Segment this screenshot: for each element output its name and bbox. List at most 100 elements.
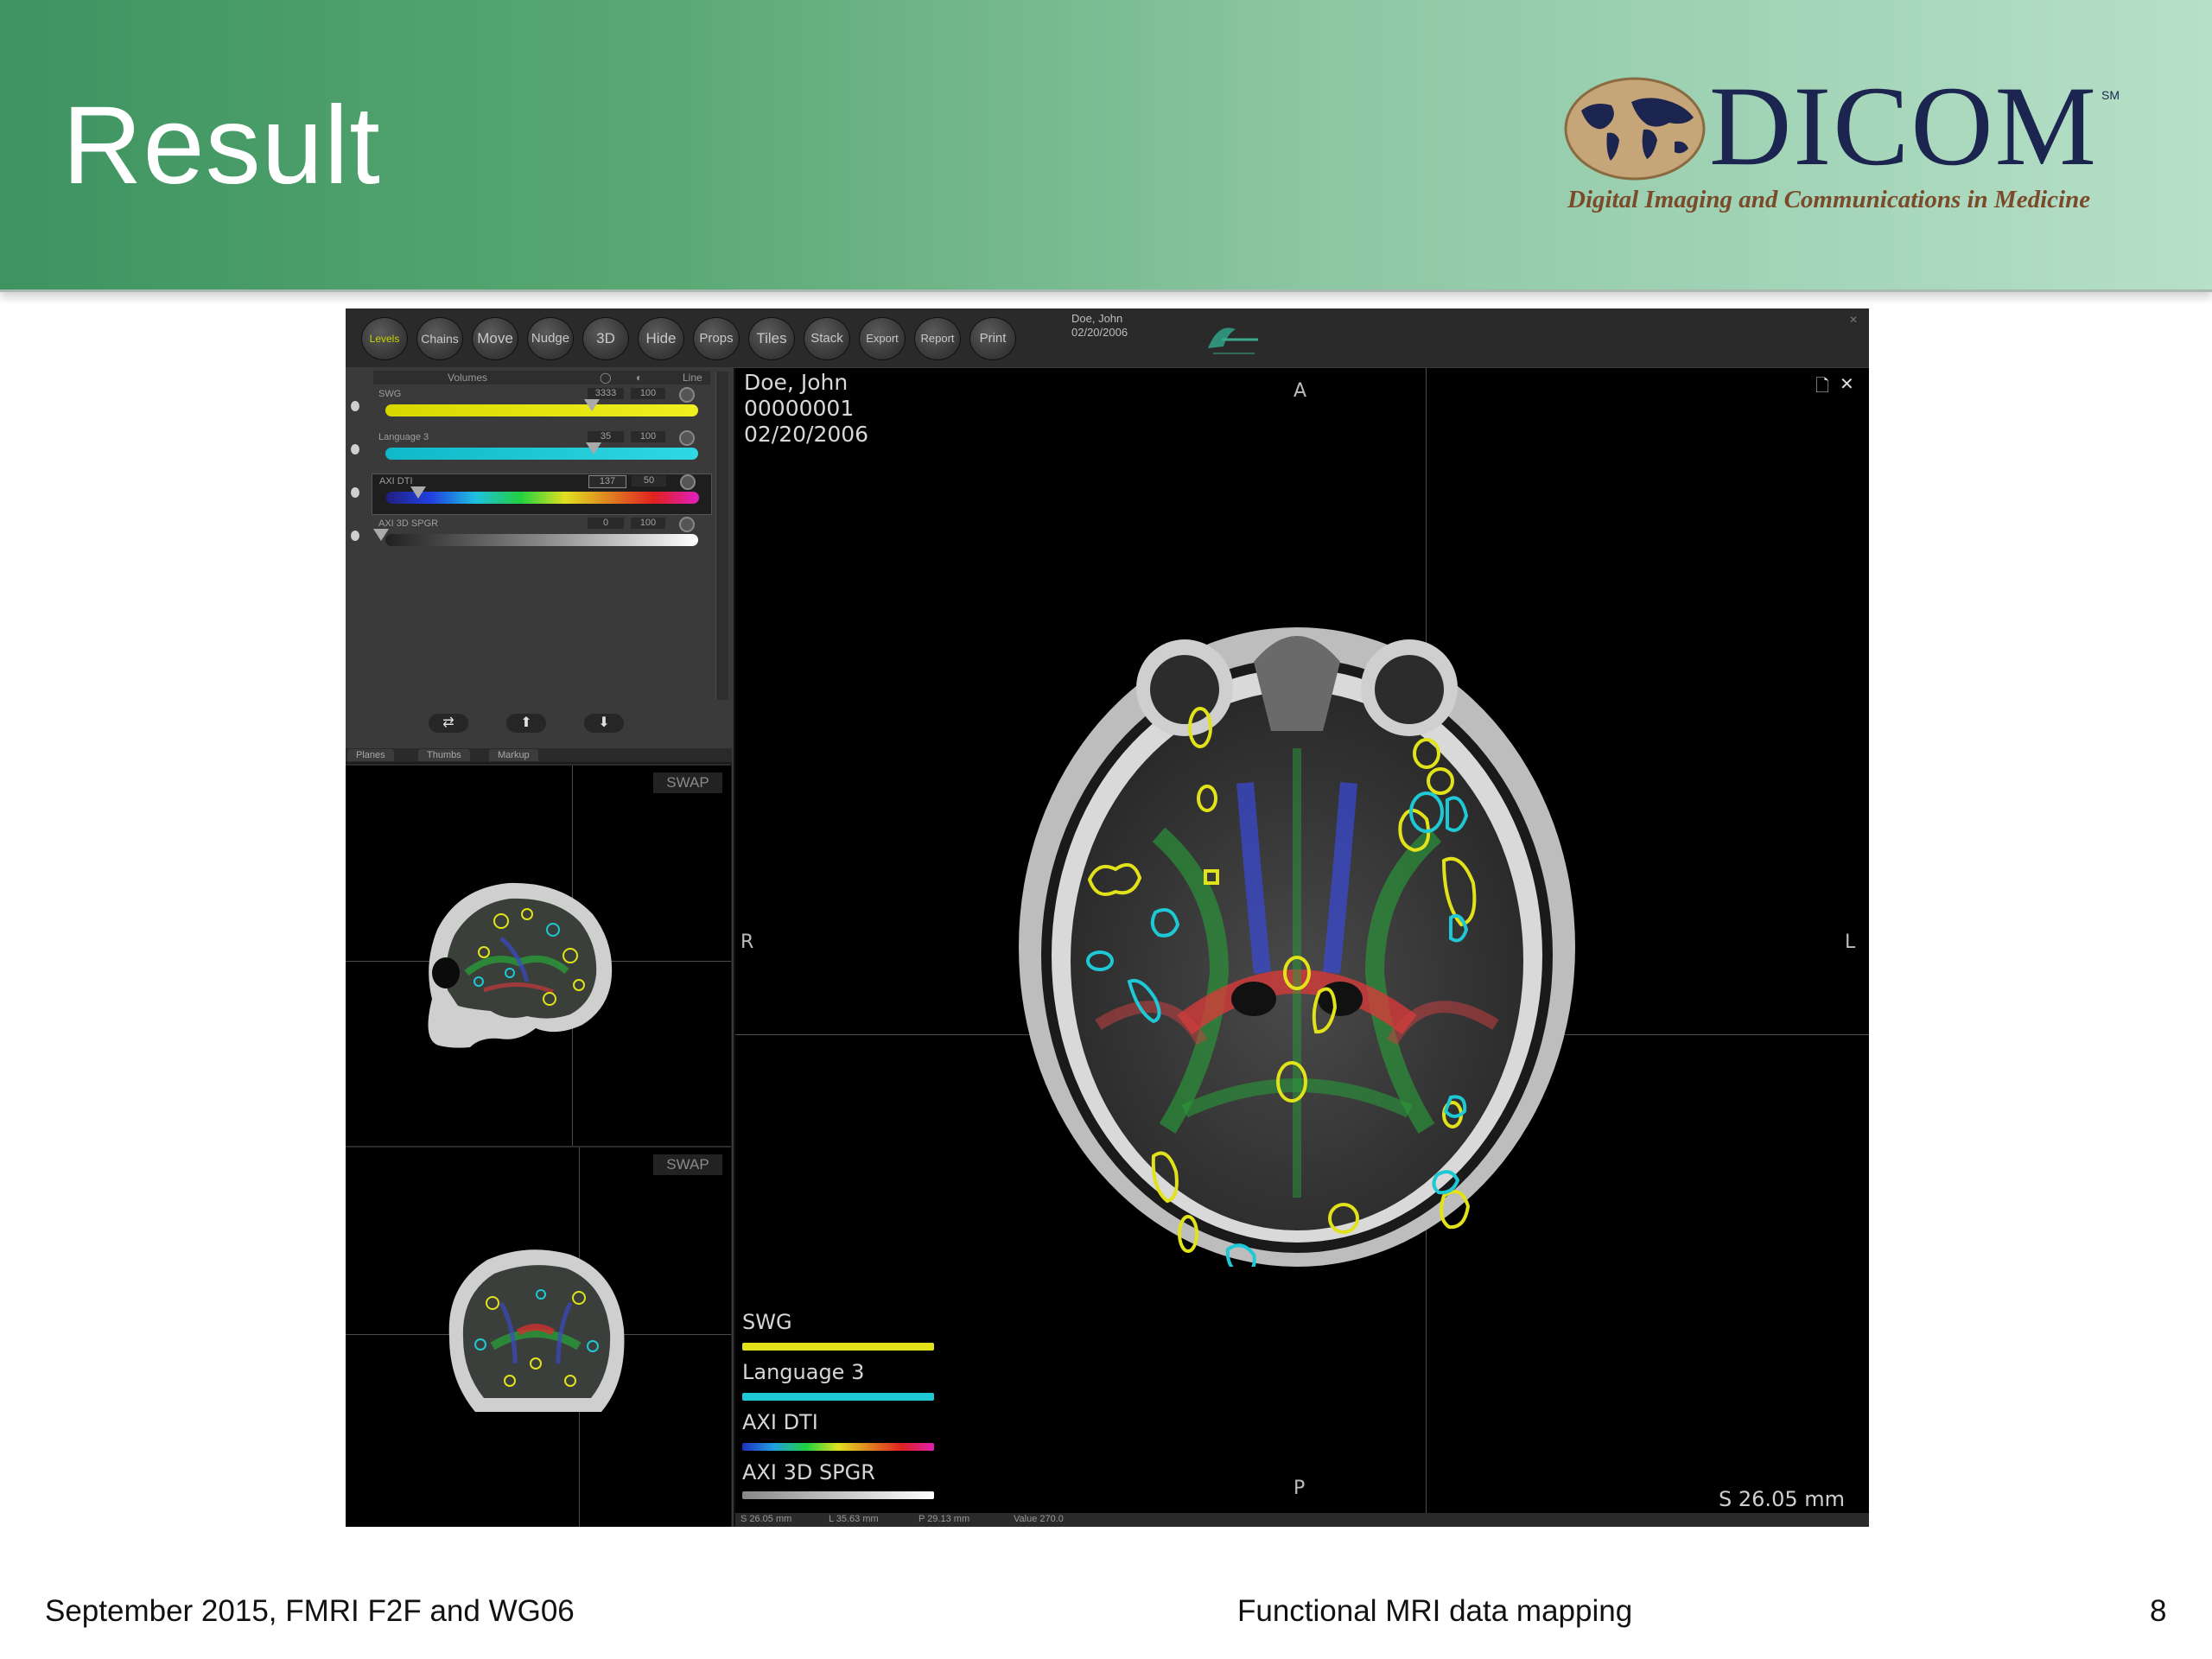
slider-thumb-icon[interactable]: [586, 442, 601, 454]
dicom-logo: DICOM SM Digital Imaging and Communicati…: [1564, 69, 2126, 225]
volume-visibility-toggle[interactable]: [680, 474, 696, 490]
status-posterior: P 29.13 mm: [918, 1514, 970, 1524]
orientation-left: L: [1845, 931, 1856, 953]
viewer-toolbar: Levels Chains Move Nudge 3D Hide Props T…: [346, 308, 1869, 368]
volume-name: AXI DTI: [379, 476, 413, 486]
tab-thumbs[interactable]: Thumbs: [418, 749, 470, 761]
visibility-eye-icon: ◯: [600, 372, 612, 384]
legend-label-language3: Language 3: [742, 1360, 865, 1384]
props-button[interactable]: Props: [693, 317, 740, 360]
volume-opacity-field[interactable]: 100: [631, 388, 665, 399]
volume-color-slider[interactable]: [385, 534, 698, 546]
pin-icon[interactable]: [351, 401, 359, 411]
pin-icon[interactable]: [351, 487, 359, 498]
slice-position-readout: S 26.05 mm: [1719, 1487, 1845, 1511]
logo-tagline: Digital Imaging and Communications in Me…: [1567, 186, 2091, 213]
volume-color-slider[interactable]: [385, 404, 698, 416]
toolbar-patient-date: 02/20/2006: [1071, 326, 1128, 339]
export-button[interactable]: Export: [859, 317, 906, 360]
footer-left: September 2015, FMRI F2F and WG06: [45, 1594, 575, 1628]
volume-visibility-toggle[interactable]: [679, 517, 695, 532]
axial-brain-image: [1019, 627, 1575, 1267]
volume-name: AXI 3D SPGR: [378, 518, 439, 529]
footer-center: Functional MRI data mapping: [1237, 1594, 1633, 1628]
sagittal-thumbnail-view[interactable]: SWAP: [346, 764, 731, 1146]
nudge-button[interactable]: Nudge: [527, 317, 574, 360]
legend-bar-axi-dti: [742, 1443, 934, 1451]
volume-color-slider[interactable]: [385, 448, 698, 460]
orientation-right: R: [741, 931, 754, 953]
overlay-patient-date: 02/20/2006: [744, 422, 869, 447]
legend-label-axi-3d-spgr: AXI 3D SPGR: [742, 1460, 875, 1484]
overlay-patient-id: 00000001: [744, 396, 855, 421]
tab-markup[interactable]: Markup: [489, 749, 538, 761]
volume-opacity-field[interactable]: 100: [631, 518, 665, 529]
levels-button[interactable]: Levels: [361, 317, 408, 360]
sagittal-brain-image: [428, 882, 613, 1048]
legend-label-axi-dti: AXI DTI: [742, 1410, 818, 1434]
volume-row-swg[interactable]: SWG 3333 100: [372, 387, 710, 427]
stack-button[interactable]: Stack: [804, 317, 850, 360]
toggle-switch-icon: ◐: [636, 372, 643, 384]
status-superior: S 26.05 mm: [741, 1514, 792, 1524]
volume-visibility-toggle[interactable]: [679, 430, 695, 446]
print-button[interactable]: Print: [969, 317, 1016, 360]
volumes-header-line: Line: [683, 372, 702, 384]
volumes-header: Volumes ◯ ◐ Line: [373, 371, 710, 385]
status-bar: S 26.05 mm L 35.63 mm P 29.13 mm Value 2…: [735, 1513, 1869, 1527]
close-view-icon[interactable]: ✕: [1840, 373, 1854, 395]
volumes-panel: Volumes ◯ ◐ Line SWG 3333 100 Language 3…: [346, 368, 732, 748]
window-close-icon[interactable]: ✕: [1849, 314, 1861, 326]
tab-planes[interactable]: Planes: [347, 749, 394, 761]
dynasuite-viewer-screenshot: Levels Chains Move Nudge 3D Hide Props T…: [346, 308, 1869, 1527]
slider-thumb-icon[interactable]: [584, 399, 600, 411]
axial-main-view[interactable]: Doe, John 00000001 02/20/2006 A P R L 🗋 …: [735, 368, 1869, 1527]
volumes-header-label: Volumes: [448, 372, 488, 384]
volume-threshold-field[interactable]: 3333: [588, 388, 624, 399]
tiles-button[interactable]: Tiles: [748, 317, 795, 360]
pin-icon[interactable]: [351, 444, 359, 454]
move-button[interactable]: Move: [472, 317, 518, 360]
volumes-scrollbar[interactable]: [715, 372, 728, 700]
coronal-brain-image: [448, 1249, 625, 1412]
status-value: Value 270.0: [1014, 1514, 1064, 1524]
swap-button[interactable]: SWAP: [653, 772, 722, 793]
status-left: L 35.63 mm: [829, 1514, 879, 1524]
volume-row-language3[interactable]: Language 3 35 100: [372, 430, 710, 470]
orientation-anterior: A: [1294, 380, 1307, 402]
orientation-posterior: P: [1294, 1478, 1306, 1499]
volume-threshold-field[interactable]: 0: [588, 518, 624, 529]
report-button[interactable]: Report: [914, 317, 961, 360]
slider-thumb-icon[interactable]: [410, 486, 426, 499]
legend-label-swg: SWG: [742, 1310, 792, 1334]
volume-opacity-field[interactable]: 100: [631, 431, 665, 442]
swap-arrows-icon[interactable]: ⇄: [429, 714, 468, 733]
coronal-thumbnail-view[interactable]: SWAP: [346, 1146, 731, 1527]
volume-visibility-toggle[interactable]: [679, 387, 695, 403]
pin-icon[interactable]: [351, 531, 359, 541]
volume-color-slider[interactable]: [386, 492, 699, 504]
chains-button[interactable]: Chains: [416, 317, 463, 360]
volume-threshold-field[interactable]: 35: [588, 431, 624, 442]
legend-bar-axi-3d-spgr: [742, 1491, 934, 1499]
overlay-patient-name: Doe, John: [744, 370, 849, 395]
move-up-icon[interactable]: ⬆: [506, 714, 546, 733]
toolbar-patient-info: Doe, John 02/20/2006: [1071, 312, 1128, 340]
legend-bar-language3: [742, 1393, 934, 1401]
3d-button[interactable]: 3D: [582, 317, 629, 360]
globe-icon: [1564, 77, 1706, 181]
volume-name: Language 3: [378, 432, 429, 442]
hide-button[interactable]: Hide: [638, 317, 684, 360]
move-down-icon[interactable]: ⬇: [584, 714, 624, 733]
volume-name: SWG: [378, 389, 402, 399]
logo-service-mark: SM: [2101, 88, 2120, 102]
volume-row-axi-3d-spgr[interactable]: AXI 3D SPGR 0 100: [372, 517, 710, 556]
legend-bar-swg: [742, 1343, 934, 1351]
volume-opacity-field[interactable]: 50: [632, 475, 666, 486]
slider-thumb-icon[interactable]: [373, 529, 389, 541]
slide-header: Result DICOM SM Digital Imaging and Comm…: [0, 0, 2212, 292]
volume-threshold-field[interactable]: 137: [588, 475, 626, 488]
volume-row-axi-dti[interactable]: AXI DTI 137 50: [372, 474, 712, 515]
swap-button[interactable]: SWAP: [653, 1154, 722, 1175]
document-icon[interactable]: 🗋: [1815, 373, 1829, 403]
